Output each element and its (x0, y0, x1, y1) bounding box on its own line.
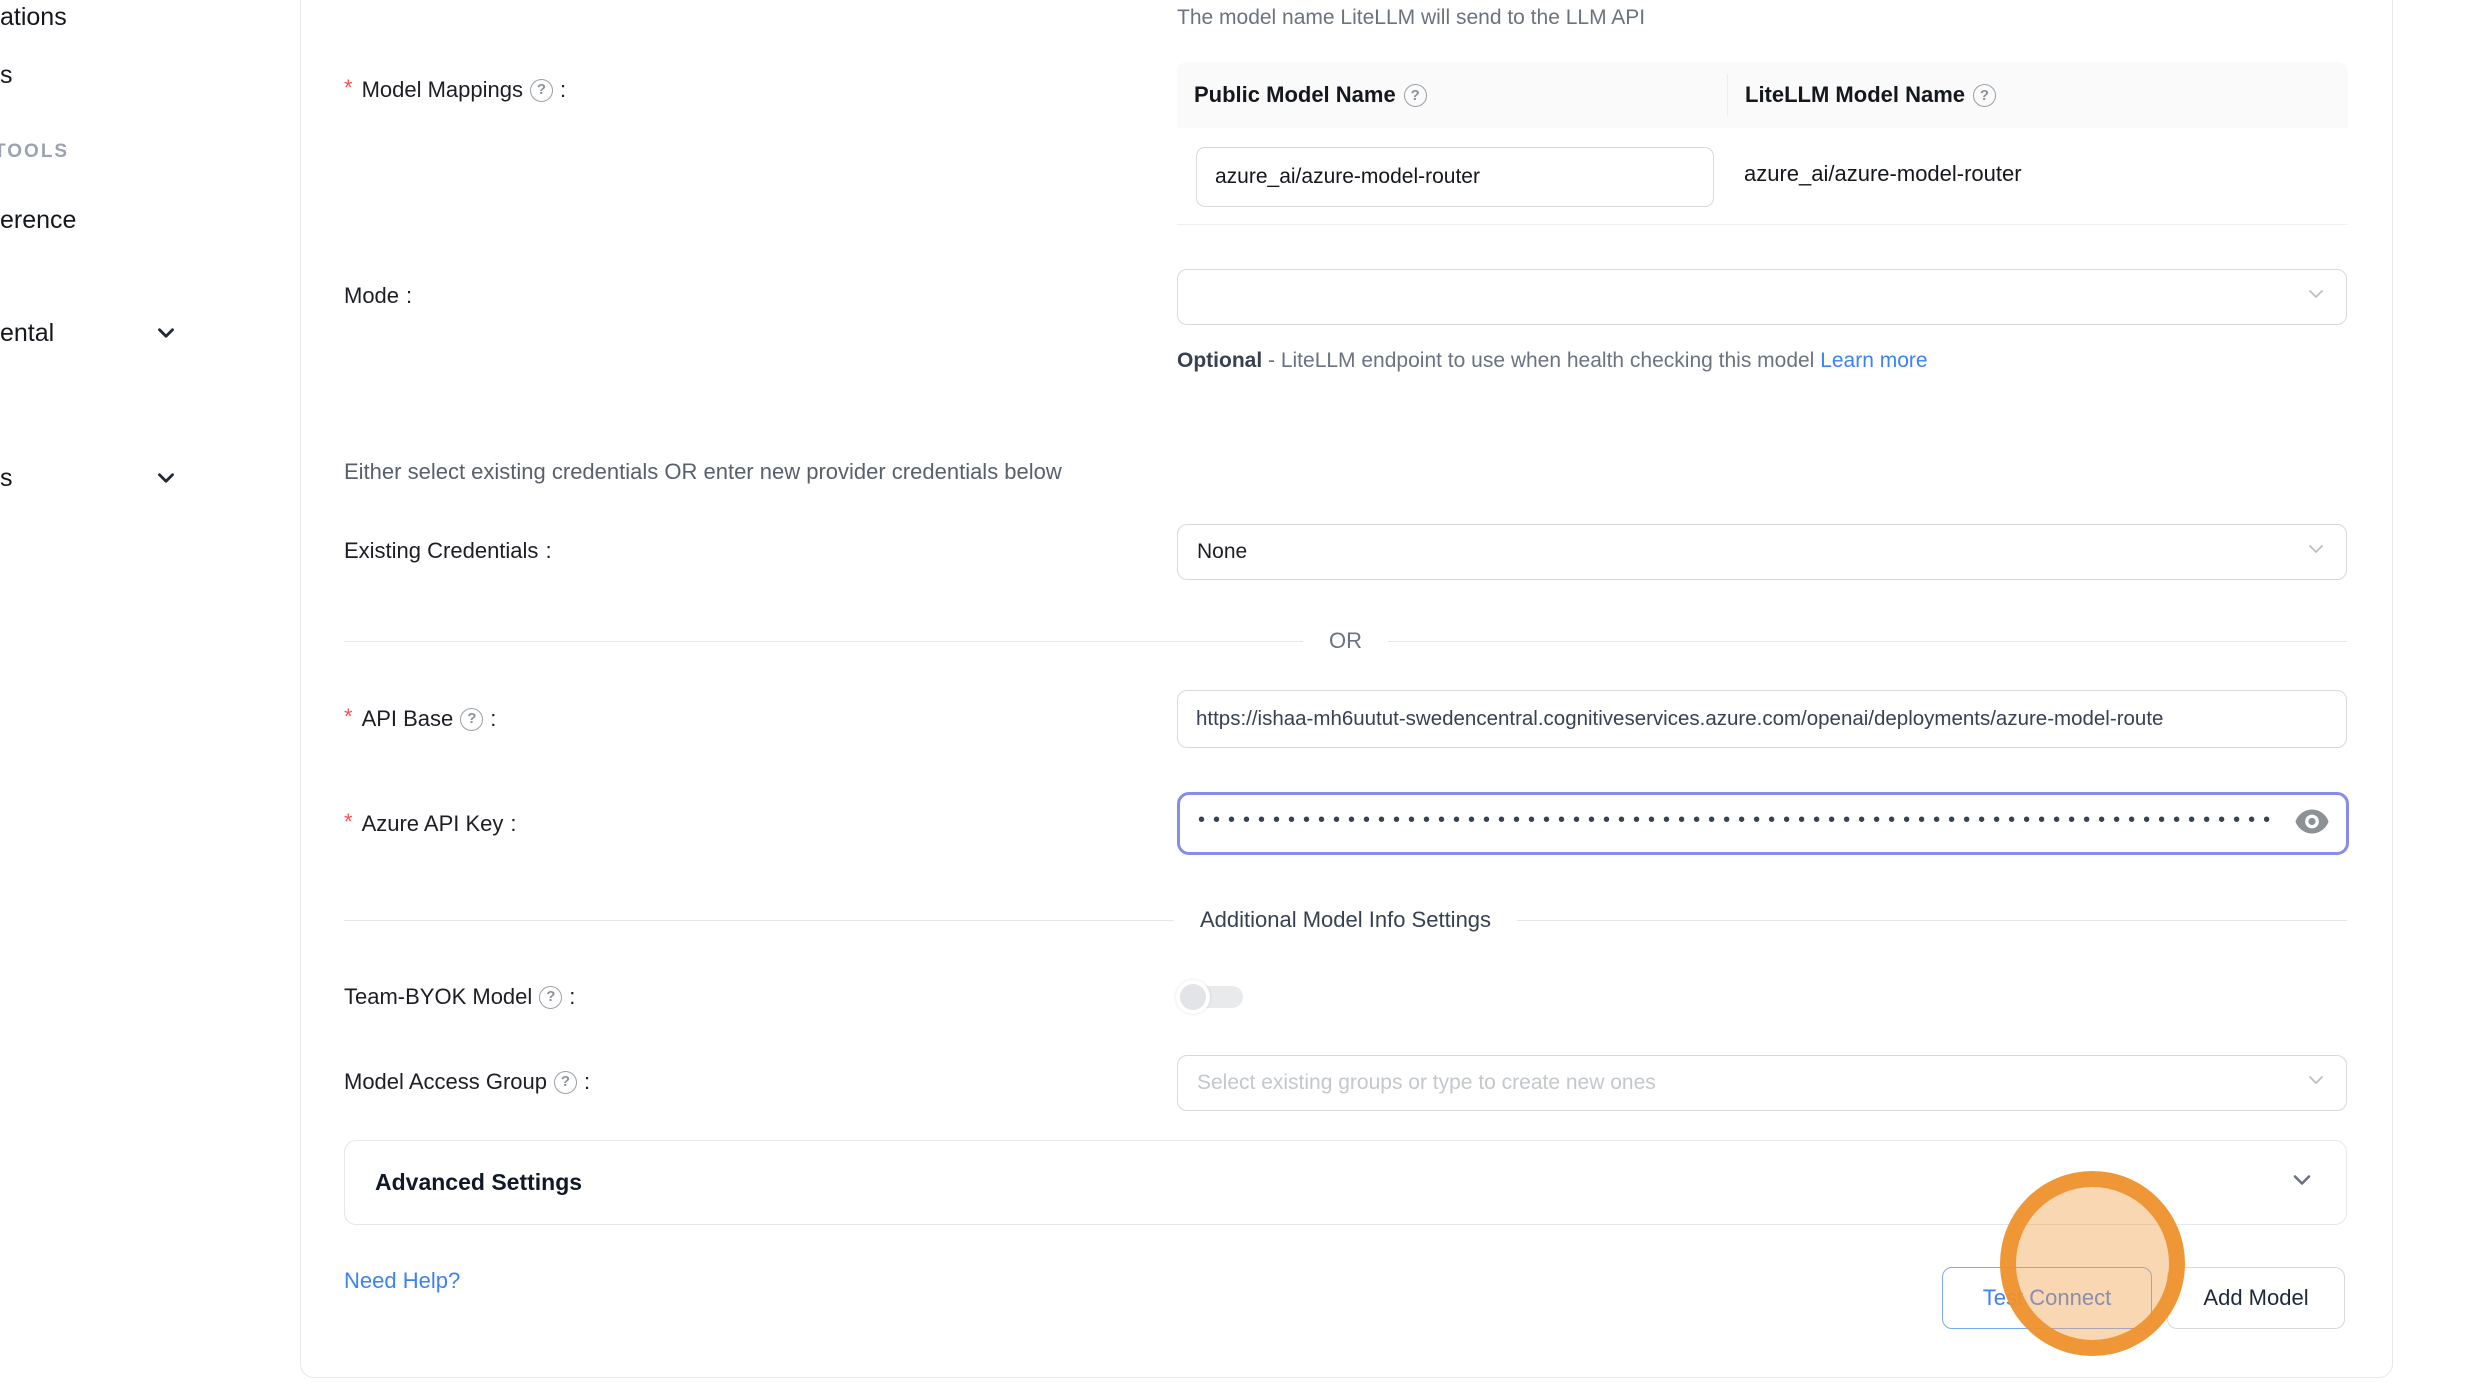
sidebar: ations s TOOLS erence ental s (0, 0, 300, 1385)
public-model-name-header: Public Model Name ? (1177, 74, 1728, 116)
model-name-hint: The model name LiteLLM will send to the … (1177, 6, 1645, 30)
chevron-down-icon (2304, 1068, 2328, 1098)
existing-credentials-label: Existing Credentials : (344, 536, 552, 566)
required-marker: * (344, 73, 353, 103)
or-divider: OR (344, 628, 2347, 654)
need-help-link[interactable]: Need Help? (344, 1268, 460, 1294)
chevron-down-icon (2304, 282, 2328, 312)
sidebar-item-organizations[interactable]: ations (0, 0, 67, 34)
model-mappings-header: Public Model Name ? LiteLLM Model Name ? (1177, 62, 2348, 128)
sidebar-item-label: erence (0, 206, 76, 235)
sidebar-item-experimental[interactable]: ental (0, 316, 54, 350)
model-access-group-placeholder: Select existing groups or type to create… (1197, 1071, 1656, 1095)
required-marker: * (344, 807, 353, 837)
sidebar-item-label: ental (0, 319, 54, 348)
toggle-knob (1176, 980, 1210, 1014)
sidebar-item-label: s (0, 61, 13, 90)
chevron-down-icon (153, 465, 179, 498)
help-icon[interactable]: ? (554, 1071, 577, 1094)
existing-credentials-value: None (1197, 540, 1247, 564)
sidebar-item-label: ations (0, 3, 67, 32)
api-base-value: https://ishaa-mh6uutut-swedencentral.cog… (1196, 707, 2163, 731)
eye-icon[interactable] (2294, 807, 2330, 840)
team-byok-label: Team-BYOK Model ? : (344, 982, 575, 1012)
api-base-label: * API Base ? : (344, 704, 496, 734)
sidebar-item-settings[interactable]: s (0, 461, 13, 495)
chevron-down-icon (2288, 1166, 2316, 1199)
mode-label: Mode : (344, 281, 412, 311)
api-base-input[interactable]: https://ishaa-mh6uutut-swedencentral.cog… (1177, 690, 2347, 748)
help-icon[interactable]: ? (539, 986, 562, 1009)
mode-help-text: Optional - LiteLLM endpoint to use when … (1177, 341, 1977, 380)
azure-api-key-input[interactable]: ••••••••••••••••••••••••••••••••••••••••… (1177, 792, 2349, 855)
model-mappings-row: azure_ai/azure-model-router (1177, 128, 2348, 225)
learn-more-link[interactable]: Learn more (1820, 349, 1927, 372)
advanced-settings-title: Advanced Settings (375, 1169, 582, 1196)
add-model-button[interactable]: Add Model (2167, 1267, 2345, 1329)
model-access-group-label: Model Access Group ? : (344, 1067, 590, 1097)
public-model-name-input[interactable] (1196, 147, 1714, 207)
model-access-group-select[interactable]: Select existing groups or type to create… (1177, 1055, 2347, 1111)
azure-api-key-label: * Azure API Key : (344, 809, 517, 839)
sidebar-item-label: s (0, 464, 13, 493)
required-marker: * (344, 702, 353, 732)
model-mappings-label: * Model Mappings ? : (344, 75, 566, 105)
sidebar-section-tools: TOOLS (0, 141, 69, 163)
litellm-model-name-value: azure_ai/azure-model-router (1744, 161, 2022, 187)
help-icon[interactable]: ? (530, 79, 553, 102)
chevron-down-icon (2304, 537, 2328, 567)
help-icon[interactable]: ? (460, 708, 483, 731)
model-mappings-table: Public Model Name ? LiteLLM Model Name ?… (1177, 62, 2348, 225)
mode-select[interactable] (1177, 269, 2347, 325)
help-icon[interactable]: ? (1973, 84, 1996, 107)
credentials-note: Either select existing credentials OR en… (344, 459, 1062, 485)
additional-settings-divider-text: Additional Model Info Settings (1200, 907, 1491, 933)
or-divider-text: OR (1329, 628, 1362, 654)
masked-api-key: ••••••••••••••••••••••••••••••••••••••••… (1198, 809, 2278, 832)
advanced-settings-panel[interactable]: Advanced Settings (344, 1140, 2347, 1225)
sidebar-item-3[interactable]: erence (0, 203, 76, 237)
additional-settings-divider: Additional Model Info Settings (344, 907, 2347, 933)
existing-credentials-select[interactable]: None (1177, 524, 2347, 580)
sidebar-item-1[interactable]: s (0, 58, 13, 92)
test-connect-button[interactable]: Test Connect (1942, 1267, 2152, 1329)
chevron-down-icon (153, 320, 179, 353)
add-model-form: The model name LiteLLM will send to the … (300, 0, 2392, 1385)
team-byok-toggle[interactable] (1179, 986, 1243, 1008)
litellm-model-name-header: LiteLLM Model Name ? (1728, 82, 2348, 108)
help-icon[interactable]: ? (1404, 84, 1427, 107)
